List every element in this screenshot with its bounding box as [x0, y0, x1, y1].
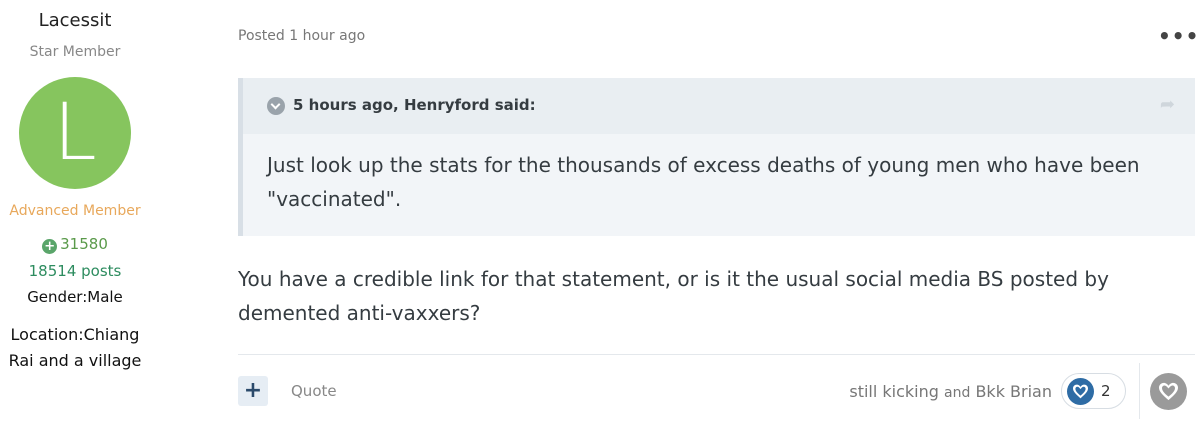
reputation-badge: +31580	[0, 235, 150, 254]
quote-block: 5 hours ago, Henryford said: ➦ Just look…	[238, 78, 1195, 236]
quote-header: 5 hours ago, Henryford said: ➦	[243, 78, 1195, 134]
author-gender: Gender:Male	[27, 288, 123, 306]
quote-button[interactable]: Quote	[291, 382, 337, 400]
heart-icon	[1159, 382, 1178, 401]
react-button[interactable]	[1150, 373, 1187, 410]
reputation-count: 31580	[60, 235, 108, 253]
share-arrow-icon[interactable]: ➦	[1160, 94, 1175, 115]
post-count[interactable]: 18514 posts	[0, 262, 150, 280]
heart-icon	[1067, 378, 1094, 405]
more-options-icon[interactable]: •••	[1158, 24, 1199, 48]
author-rank: Advanced Member	[9, 203, 141, 219]
post-timestamp[interactable]: Posted 1 hour ago	[238, 28, 365, 44]
divider	[1139, 363, 1140, 419]
plus-circle-icon: +	[42, 239, 58, 254]
post-content: You have a credible link for that statem…	[238, 267, 1109, 325]
collapse-chevron-icon[interactable]	[267, 97, 285, 115]
divider	[238, 354, 1195, 355]
quote-text: Just look up the stats for the thousands…	[267, 153, 1140, 211]
reactor-link[interactable]: Bkk Brian	[975, 382, 1052, 401]
avatar[interactable]: L	[19, 77, 131, 189]
author-name[interactable]: Lacessit	[0, 10, 150, 31]
reaction-count: 2	[1101, 382, 1111, 400]
reaction-summary[interactable]: 2	[1061, 373, 1126, 409]
author-location: Location:Chiang Rai and a village	[8, 325, 142, 370]
author-title: Star Member	[29, 44, 121, 60]
multiquote-button[interactable]: +	[238, 376, 268, 406]
reactor-separator: and	[944, 385, 971, 401]
reactors-list: still kicking and Bkk Brian	[849, 382, 1052, 401]
quote-citation[interactable]: 5 hours ago, Henryford said:	[293, 96, 536, 114]
reactor-link[interactable]: still kicking	[849, 382, 939, 401]
